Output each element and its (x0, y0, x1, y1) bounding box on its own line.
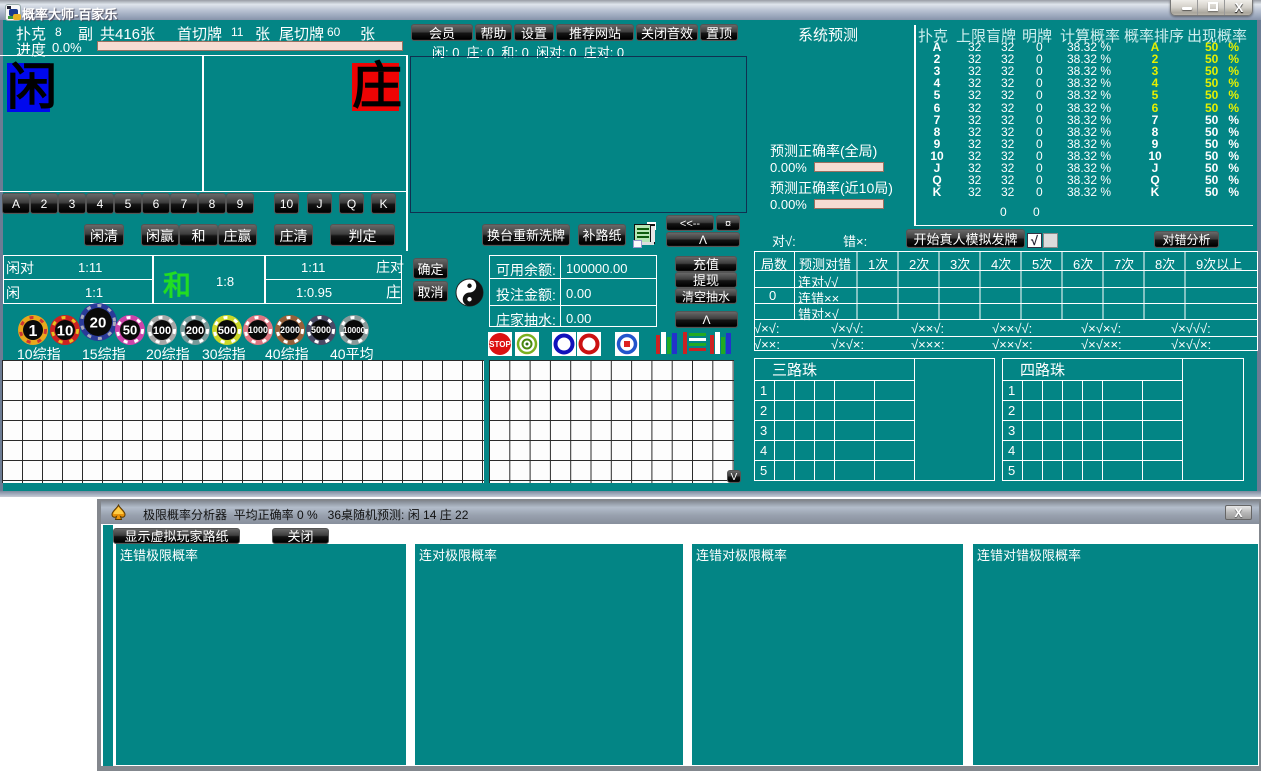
svg-text:2000: 2000 (280, 325, 300, 335)
svg-text:2: 2 (760, 403, 767, 418)
svg-text:4: 4 (1008, 443, 1015, 458)
svg-text:四路珠: 四路珠 (1020, 362, 1065, 379)
svg-text:500: 500 (218, 325, 236, 337)
svg-text:50: 50 (123, 323, 137, 338)
svg-text:10: 10 (57, 322, 74, 339)
svg-text:3: 3 (1008, 423, 1015, 438)
svg-text:5: 5 (1008, 463, 1015, 478)
svg-text:5000: 5000 (311, 325, 331, 335)
svg-text:1: 1 (1008, 383, 1015, 398)
svg-text:2: 2 (1008, 403, 1015, 418)
svg-text:STOP: STOP (489, 340, 511, 349)
svg-text:1: 1 (29, 323, 38, 340)
svg-text:1000: 1000 (248, 325, 268, 335)
svg-text:100: 100 (153, 325, 171, 337)
svg-text:5: 5 (760, 463, 767, 478)
svg-text:200: 200 (186, 325, 204, 337)
svg-text:三路珠: 三路珠 (772, 362, 817, 379)
svg-text:10000: 10000 (343, 326, 366, 335)
svg-text:3: 3 (760, 423, 767, 438)
svg-text:1: 1 (760, 383, 767, 398)
svg-text:4: 4 (760, 443, 767, 458)
svg-text:20: 20 (90, 314, 107, 331)
